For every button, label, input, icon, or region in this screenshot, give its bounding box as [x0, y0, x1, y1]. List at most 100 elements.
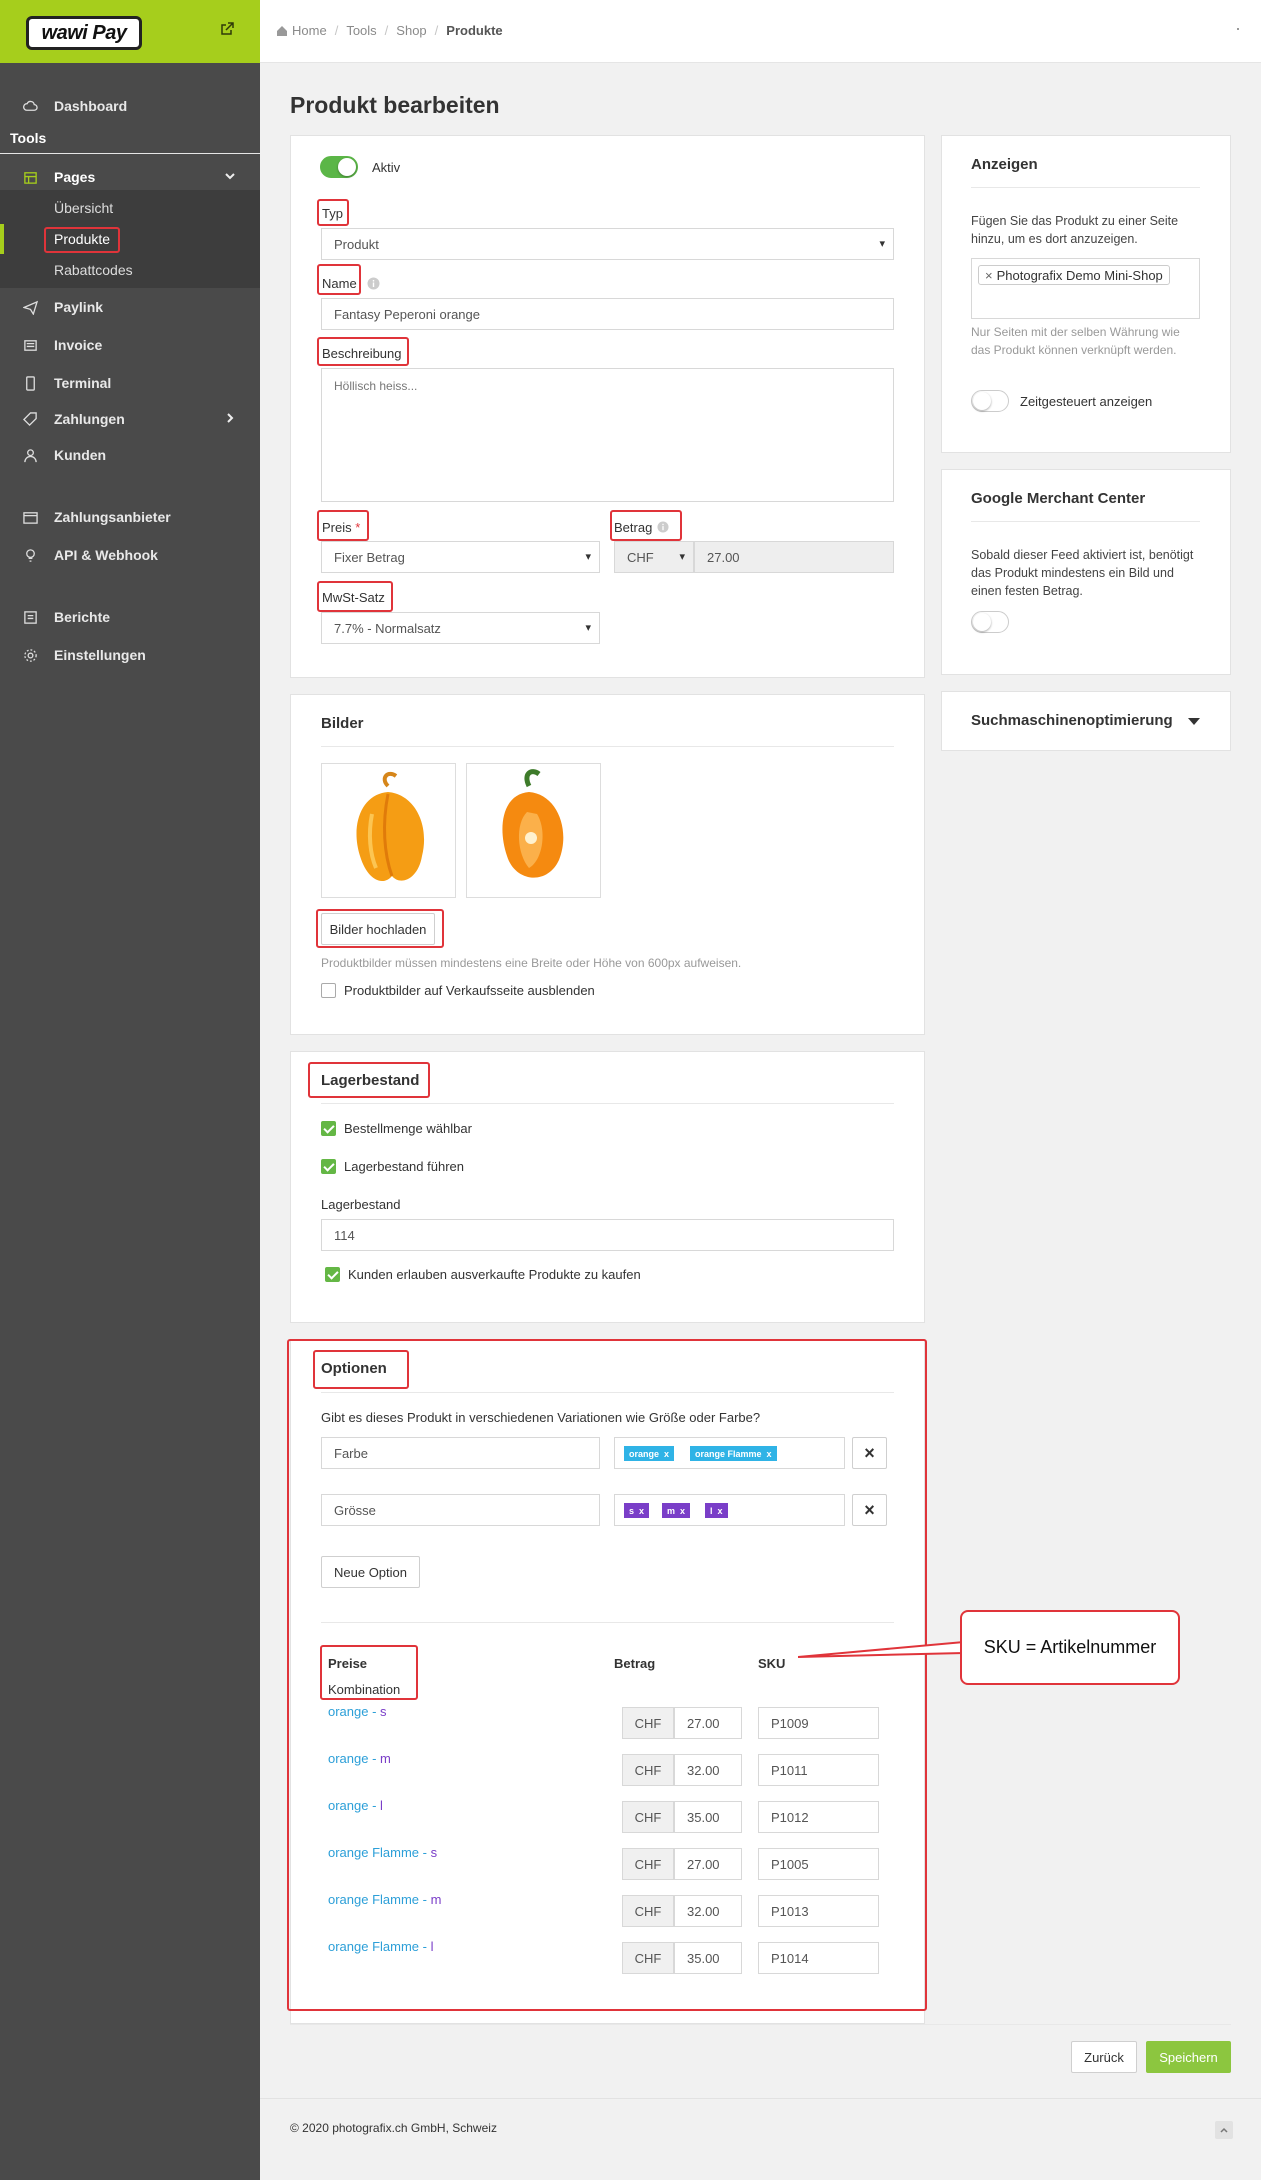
option-name-input[interactable]: Farbe — [321, 1437, 600, 1469]
seo-title[interactable]: Suchmaschinenoptimierung — [971, 712, 1173, 729]
highlight-box — [610, 510, 682, 541]
tag-remove-icon[interactable]: x — [639, 1506, 644, 1516]
breadcrumb-home[interactable]: Home — [292, 23, 327, 38]
option-tag[interactable]: m x — [662, 1503, 691, 1518]
breadcrumb-tools[interactable]: Tools — [346, 23, 376, 38]
option-tag[interactable]: orange Flamme x — [690, 1446, 777, 1461]
tag-icon — [22, 411, 38, 427]
highlight-box — [320, 1645, 418, 1700]
combination-sku-input[interactable]: P1011 — [758, 1754, 879, 1786]
new-option-button[interactable]: Neue Option — [321, 1556, 420, 1588]
scroll-top-button[interactable] — [1215, 2121, 1233, 2139]
combination-label: orange Flamme - l — [328, 1939, 434, 1954]
caret-down-icon[interactable] — [1188, 716, 1200, 726]
back-button[interactable]: Zurück — [1071, 2041, 1137, 2073]
option-name-input[interactable]: Grösse — [321, 1494, 600, 1526]
combination-betrag-input[interactable]: 35.00 — [674, 1801, 742, 1833]
combination-betrag-input[interactable]: 35.00 — [674, 1942, 742, 1974]
product-image-1[interactable] — [321, 763, 456, 898]
sidebar-item-berichte[interactable]: Berichte — [0, 602, 260, 632]
combination-sku-input[interactable]: P1012 — [758, 1801, 879, 1833]
tag-remove-icon[interactable]: × — [985, 268, 993, 283]
breadcrumb-current: Produkte — [446, 23, 503, 38]
tag-remove-icon[interactable]: x — [680, 1506, 685, 1516]
beschreibung-textarea[interactable]: Höllisch heiss... — [321, 368, 894, 502]
breadcrumb-separator: / — [384, 23, 389, 38]
ausverkauft-checkbox[interactable] — [325, 1267, 340, 1282]
hide-images-checkbox[interactable] — [321, 983, 336, 998]
save-button[interactable]: Speichern — [1146, 2041, 1231, 2073]
sidebar-item-pages[interactable]: Pages — [0, 162, 260, 192]
sidebar-item-label: Paylink — [54, 299, 104, 315]
combination-betrag-input[interactable]: 27.00 — [674, 1707, 742, 1739]
bestellmenge-checkbox[interactable] — [321, 1121, 336, 1136]
combination-sku-input[interactable]: P1013 — [758, 1895, 879, 1927]
zeitgesteuert-toggle[interactable] — [971, 390, 1009, 412]
tag-remove-icon[interactable]: x — [664, 1449, 669, 1459]
sidebar-item-zahlungsanbieter[interactable]: Zahlungsanbieter — [0, 502, 260, 532]
combination-betrag-input[interactable]: 32.00 — [674, 1895, 742, 1927]
ausverkauft-label: Kunden erlauben ausverkaufte Produkte zu… — [348, 1267, 641, 1282]
page-title: Produkt bearbeiten — [290, 92, 500, 118]
combination-sku-input[interactable]: P1014 — [758, 1942, 879, 1974]
sidebar-item-zahlungen[interactable]: Zahlungen — [0, 404, 260, 434]
divider — [321, 1103, 894, 1104]
tag-label: s — [629, 1505, 635, 1516]
external-link-icon[interactable] — [220, 22, 234, 36]
combo-color: orange — [328, 1704, 369, 1719]
divider — [321, 746, 894, 747]
image-hint: Produktbilder müssen mindestens eine Bre… — [321, 956, 742, 970]
sidebar-item-dashboard[interactable]: Dashboard — [0, 91, 260, 121]
sidebar-item-paylink[interactable]: Paylink — [0, 292, 260, 322]
lagerbestand-label: Lagerbestand führen — [344, 1159, 464, 1174]
product-image-2[interactable] — [466, 763, 601, 898]
mwst-select[interactable]: 7.7% - Normalsatz — [321, 612, 600, 644]
combo-separator: - — [368, 1798, 381, 1813]
info-icon[interactable] — [367, 277, 380, 290]
sidebar-item-invoice[interactable]: Invoice — [0, 330, 260, 360]
combo-size: l — [380, 1798, 383, 1813]
breadcrumb: Home / Tools / Shop / Produkte — [276, 23, 503, 38]
divider — [971, 521, 1200, 522]
breadcrumb-separator: / — [334, 23, 339, 38]
option-tag[interactable]: s x — [624, 1503, 650, 1518]
combination-betrag-input[interactable]: 32.00 — [674, 1754, 742, 1786]
preis-select[interactable]: Fixer Betrag — [321, 541, 600, 573]
sidebar-item-einstellungen[interactable]: Einstellungen — [0, 640, 260, 670]
tag-label: orange — [629, 1448, 660, 1459]
stock-input[interactable]: 114 — [321, 1219, 894, 1251]
gmc-toggle[interactable] — [971, 611, 1009, 633]
tag-remove-icon[interactable]: x — [767, 1449, 772, 1459]
sidebar-sub-uebersicht[interactable]: Übersicht — [54, 200, 113, 216]
sidebar-item-kunden[interactable]: Kunden — [0, 440, 260, 470]
currency-select[interactable]: CHF — [614, 541, 694, 573]
copyright: © 2020 photografix.ch GmbH, Schweiz — [290, 2121, 497, 2135]
remove-option-button[interactable]: × — [852, 1494, 887, 1526]
remove-option-button[interactable]: × — [852, 1437, 887, 1469]
anzeigen-text: Fügen Sie das Produkt zu einer Seite hin… — [971, 214, 1179, 246]
aktiv-toggle[interactable] — [320, 156, 358, 178]
combination-sku-input[interactable]: P1009 — [758, 1707, 879, 1739]
name-input[interactable]: Fantasy Peperoni orange — [321, 298, 894, 330]
tag-remove-icon[interactable]: x — [718, 1506, 723, 1516]
combination-sku-input[interactable]: P1005 — [758, 1848, 879, 1880]
sidebar-item-api[interactable]: API & Webhook — [0, 540, 260, 570]
combination-betrag-input[interactable]: 27.00 — [674, 1848, 742, 1880]
lagerbestand-checkbox[interactable] — [321, 1159, 336, 1174]
combo-separator: - — [368, 1751, 381, 1766]
option-tag[interactable]: orange x — [624, 1446, 675, 1461]
betrag-input[interactable]: 27.00 — [694, 541, 894, 573]
sidebar-sub-rabattcodes[interactable]: Rabattcodes — [54, 262, 133, 278]
shop-tag[interactable]: × Photografix Demo Mini-Shop — [978, 265, 1170, 285]
breadcrumb-separator: / — [434, 23, 439, 38]
currency-addon: CHF — [622, 1942, 674, 1974]
option-tag[interactable]: l x — [705, 1503, 728, 1518]
callout-pointer — [798, 1640, 964, 1658]
breadcrumb-shop[interactable]: Shop — [396, 23, 426, 38]
sidebar-item-label: Kunden — [54, 447, 107, 463]
combo-color: orange Flamme — [328, 1939, 420, 1954]
logo[interactable]: wawi Pay — [26, 16, 142, 50]
sidebar-item-terminal[interactable]: Terminal — [0, 368, 260, 398]
typ-select[interactable]: Produkt — [321, 228, 894, 260]
menu-dot[interactable] — [1237, 28, 1239, 30]
